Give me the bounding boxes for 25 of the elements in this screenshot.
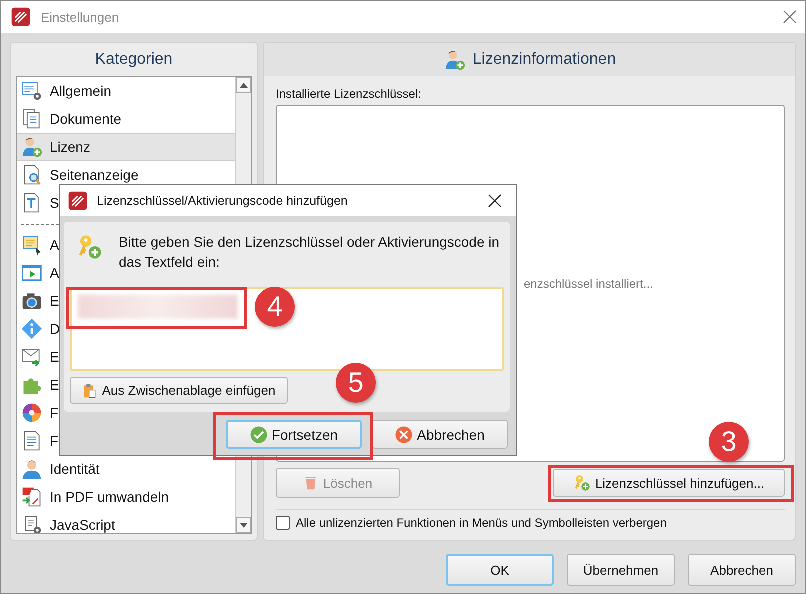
checkbox-label: Alle unlizenzierten Funktionen in Menüs und Symbolleisten verbergen <box>296 516 667 530</box>
instruction-text: Bitte geben Sie den Lizenzschlüssel oder Aktivierungscode in das Textfeld ein: <box>118 233 501 272</box>
category-label: E <box>50 293 60 309</box>
panel-title: Lizenzinformationen <box>472 50 616 68</box>
category-label: D <box>50 321 60 337</box>
category-label: JavaScript <box>50 517 116 533</box>
category-label: Lizenz <box>50 139 90 155</box>
step-number-badge: 4 <box>255 287 295 327</box>
category-label: A <box>50 237 60 253</box>
dialog-title: Lizenzschlüssel/Aktivierungscode hinzufügen <box>97 194 348 208</box>
category-label: Identität <box>50 461 100 477</box>
category-label: Seitenanzeige <box>50 167 139 183</box>
category-label: In PDF umwandeln <box>50 489 170 505</box>
field-label: Installierte Lizenzschlüssel: <box>276 87 422 101</box>
category-label: F <box>50 433 59 449</box>
panel-title: Kategorien <box>95 50 173 68</box>
category-label: Allgemein <box>50 83 112 99</box>
window-title: Einstellungen <box>41 10 120 24</box>
category-label: Dokumente <box>50 111 122 127</box>
category-label: E <box>50 349 60 365</box>
category-label: F <box>50 405 59 421</box>
category-label: E <box>50 377 60 393</box>
empty-list-text: enzschlüssel installiert... <box>524 276 654 290</box>
category-label: S <box>50 195 60 211</box>
category-label: A <box>50 265 60 281</box>
